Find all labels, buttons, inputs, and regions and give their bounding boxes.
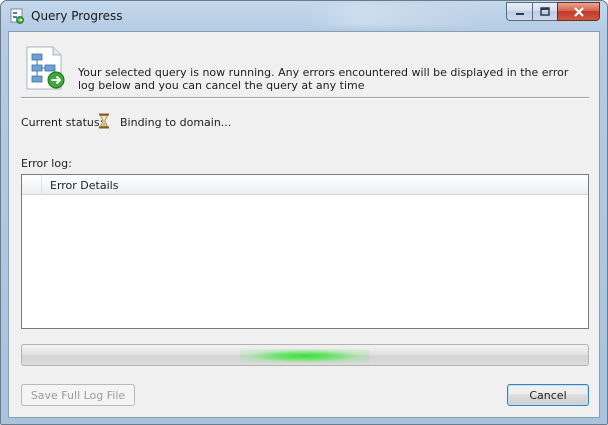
query-progress-bar: [21, 344, 589, 366]
query-progress-window: Query Progress Your selected query is no…: [0, 0, 608, 425]
header-divider: [21, 97, 589, 99]
minimize-icon: [515, 12, 524, 15]
maximize-icon: [540, 7, 550, 16]
error-details-column-header[interactable]: Error Details: [50, 179, 118, 192]
window-controls: [506, 2, 600, 21]
save-full-log-file-button[interactable]: Save Full Log File: [21, 384, 135, 406]
error-log-list[interactable]: Error Details: [21, 174, 589, 329]
query-tree-run-icon: [26, 46, 65, 90]
error-log-column-blank[interactable]: [22, 175, 42, 194]
current-status-label: Current status:: [21, 116, 104, 129]
error-log-header: Error Details: [22, 175, 588, 195]
close-button[interactable]: [557, 2, 600, 21]
cancel-button[interactable]: Cancel: [507, 384, 589, 406]
dialog-client-area: Your selected query is now running. Any …: [8, 31, 600, 418]
hourglass-icon: [99, 113, 109, 129]
query-running-message: Your selected query is now running. Any …: [78, 66, 569, 92]
close-icon: [573, 6, 584, 17]
title-bar[interactable]: Query Progress: [1, 1, 607, 31]
error-log-rows: [22, 195, 588, 328]
maximize-button[interactable]: [532, 2, 557, 21]
query-window-icon: [10, 8, 24, 24]
title-bar-background-blur: [301, 3, 501, 27]
minimize-button[interactable]: [506, 2, 532, 21]
progress-marquee-glow: [240, 349, 370, 363]
window-title: Query Progress: [31, 9, 123, 23]
current-status-value: Binding to domain...: [120, 116, 232, 129]
error-log-label: Error log:: [21, 157, 72, 170]
